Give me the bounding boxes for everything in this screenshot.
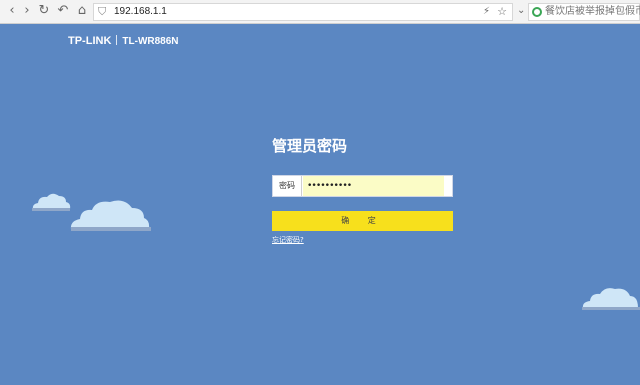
cloud-right xyxy=(582,288,640,310)
forgot-password-link[interactable]: 忘记密码? xyxy=(272,236,304,245)
forward-icon[interactable]: › xyxy=(19,3,35,19)
reload-icon[interactable]: ↻ xyxy=(36,3,52,19)
cloud-small-left xyxy=(32,193,71,211)
home-icon[interactable]: ⌂ xyxy=(74,3,90,19)
bolt-icon[interactable]: ⚡ xyxy=(483,6,490,18)
password-field: 密码 xyxy=(272,175,453,197)
cloud-large-left xyxy=(70,200,151,231)
address-url[interactable]: 192.168.1.1 xyxy=(114,6,167,18)
shield-icon: ⛉ xyxy=(98,5,107,18)
undo-icon[interactable]: ↶ xyxy=(55,3,71,19)
search-placeholder: 餐饮店被举报掉包假币 xyxy=(545,6,640,17)
browser-toolbar: ‹ › ↻ ↶ ⌂ ⛉ 192.168.1.1 ⚡ ☆ ⌄ 餐饮店被举报掉包假币 xyxy=(0,0,640,24)
password-input[interactable] xyxy=(303,176,444,196)
brand-divider xyxy=(116,35,118,45)
address-bar[interactable]: ⛉ 192.168.1.1 ⚡ ☆ xyxy=(93,3,513,21)
search-input[interactable]: 餐饮店被举报掉包假币 xyxy=(528,3,640,21)
router-model: TL-WR886N xyxy=(122,36,179,47)
chevron-down-icon[interactable]: ⌄ xyxy=(517,4,525,18)
brand-header: TP-LINK TL-WR886N xyxy=(68,35,179,47)
password-label: 密码 xyxy=(273,176,302,196)
search-engine-icon xyxy=(532,7,542,17)
star-icon[interactable]: ☆ xyxy=(497,5,507,19)
confirm-button[interactable]: 确 定 xyxy=(272,211,453,231)
page-title: 管理员密码 xyxy=(272,137,348,155)
brand-logo: TP-LINK xyxy=(68,35,112,47)
back-icon[interactable]: ‹ xyxy=(4,3,20,19)
